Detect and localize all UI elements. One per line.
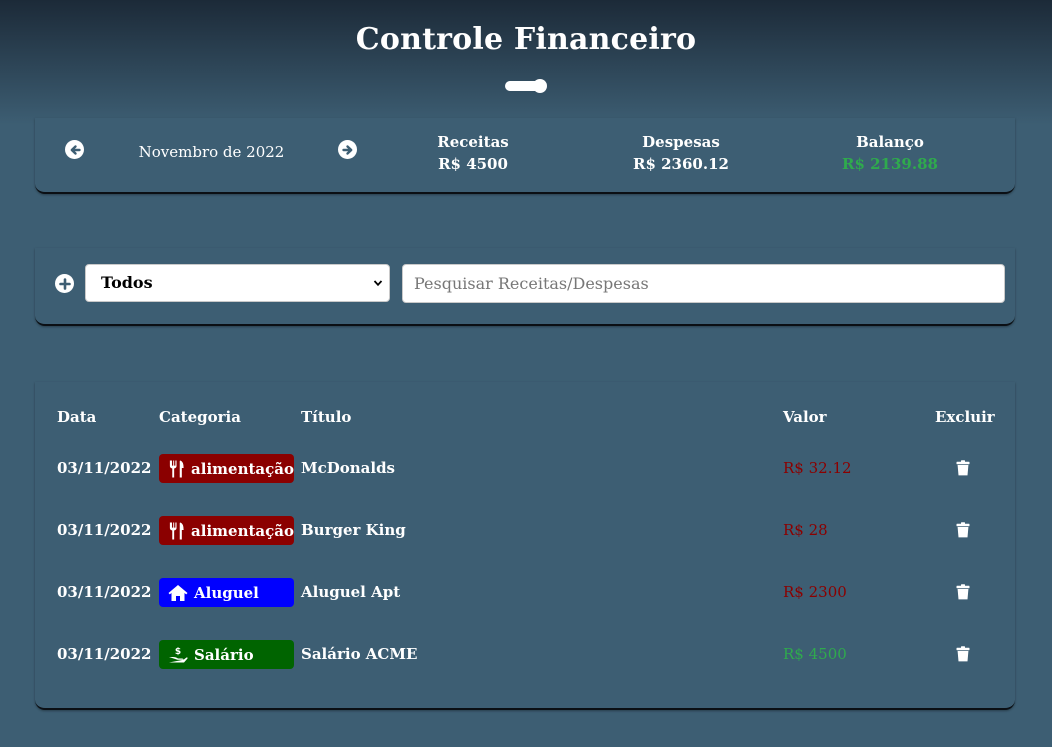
search-input[interactable]	[402, 264, 1005, 303]
category-badge: Aluguel	[159, 578, 294, 607]
add-transaction-button[interactable]	[55, 274, 74, 293]
house-icon	[168, 584, 188, 601]
row-value: R$ 32.12	[783, 459, 852, 477]
table-row: 03/11/2022 $ Salário Salário ACME R$ 450…	[35, 638, 1015, 670]
column-header-excluir: Excluir	[935, 408, 995, 426]
delete-button[interactable]	[956, 522, 970, 542]
chevron-down-icon	[373, 280, 383, 287]
row-title: McDonalds	[301, 459, 396, 477]
column-header-valor: Valor	[783, 408, 827, 426]
despesas-summary: Despesas R$ 2360.12	[601, 131, 761, 175]
category-badge: $ Salário	[159, 640, 294, 669]
svg-text:$: $	[175, 647, 181, 657]
delete-button[interactable]	[956, 646, 970, 666]
balanco-value: R$ 2139.88	[842, 155, 938, 173]
summary-card: Novembro de 2022 Receitas R$ 4500 Despes…	[35, 118, 1015, 194]
delete-button[interactable]	[956, 460, 970, 480]
row-date: 03/11/2022	[57, 645, 152, 663]
transactions-table: Data Categoria Título Valor Excluir 03/1…	[35, 382, 1015, 710]
category-label: Salário	[194, 645, 254, 664]
despesas-value: R$ 2360.12	[633, 155, 729, 173]
column-header-data: Data	[57, 408, 97, 426]
trash-icon	[956, 646, 970, 662]
category-badge: alimentação	[159, 454, 294, 483]
current-month: Novembro de 2022	[138, 143, 285, 161]
table-row: 03/11/2022 alimentação Burger King R$ 28	[35, 514, 1015, 546]
page-title: Controle Financeiro	[355, 22, 697, 57]
receitas-label: Receitas	[437, 133, 509, 151]
row-value: R$ 2300	[783, 583, 847, 601]
row-date: 03/11/2022	[57, 521, 152, 539]
balanco-label: Balanço	[856, 133, 924, 151]
arrow-left-circle-icon	[70, 144, 81, 155]
category-label: alimentação	[191, 521, 294, 540]
category-filter-value: Todos	[101, 273, 153, 292]
delete-button[interactable]	[956, 584, 970, 604]
column-header-categoria: Categoria	[159, 408, 241, 426]
next-month-button[interactable]	[338, 140, 357, 159]
category-label: alimentação	[191, 459, 294, 478]
table-row: 03/11/2022 Aluguel Aluguel Apt R$ 2300	[35, 576, 1015, 608]
utensils-icon	[169, 459, 184, 478]
row-value: R$ 28	[783, 521, 828, 539]
category-label: Aluguel	[194, 583, 259, 602]
balanco-summary: Balanço R$ 2139.88	[810, 131, 970, 175]
utensils-icon	[169, 521, 184, 540]
hand-money-icon: $	[169, 647, 188, 662]
trash-icon	[956, 522, 970, 538]
arrow-right-circle-icon	[341, 144, 352, 155]
category-badge: alimentação	[159, 516, 294, 545]
filter-card: Todos	[35, 248, 1015, 326]
row-title: Burger King	[301, 521, 406, 539]
column-header-titulo: Título	[301, 408, 352, 426]
trash-icon	[956, 584, 970, 600]
receitas-value: R$ 4500	[438, 155, 508, 173]
row-value: R$ 4500	[783, 645, 847, 663]
row-date: 03/11/2022	[57, 459, 152, 477]
table-row: 03/11/2022 alimentação McDonalds R$ 32.1…	[35, 452, 1015, 484]
prev-month-button[interactable]	[65, 140, 84, 159]
category-filter-select[interactable]: Todos	[85, 264, 390, 302]
despesas-label: Despesas	[642, 133, 720, 151]
row-title: Salário ACME	[301, 645, 418, 663]
row-title: Aluguel Apt	[301, 583, 401, 601]
receitas-summary: Receitas R$ 4500	[393, 131, 553, 175]
theme-toggle[interactable]	[505, 79, 547, 93]
row-date: 03/11/2022	[57, 583, 152, 601]
plus-circle-icon	[58, 277, 71, 290]
trash-icon	[956, 460, 970, 476]
